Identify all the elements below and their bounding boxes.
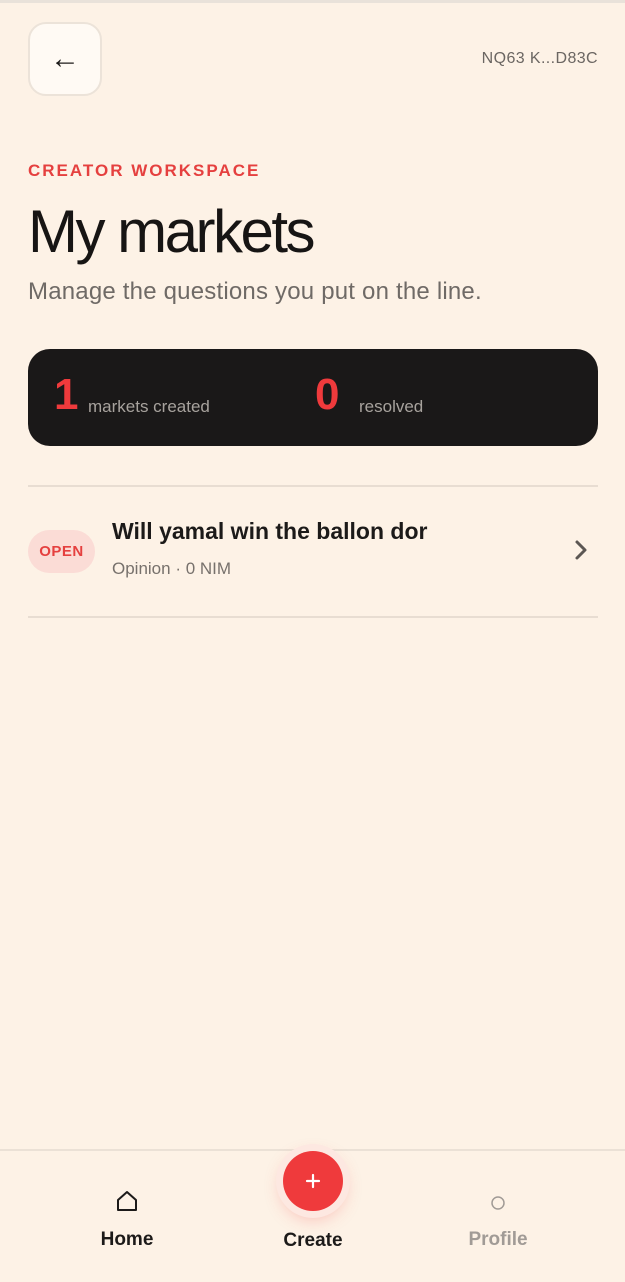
market-title: Will yamal win the ballon dor bbox=[112, 518, 428, 544]
page-subtitle: Manage the questions you put on the line… bbox=[28, 278, 482, 305]
nav-home-label: Home bbox=[100, 1229, 154, 1250]
resolved-count: 0 bbox=[315, 370, 340, 419]
page-title: My markets bbox=[28, 198, 316, 265]
plus-icon bbox=[305, 1173, 321, 1189]
section-eyebrow: CREATOR WORKSPACE bbox=[28, 161, 261, 180]
profile-icon bbox=[491, 1196, 505, 1210]
resolved-label: resolved bbox=[359, 397, 424, 416]
nav-home[interactable]: Home bbox=[47, 1151, 207, 1282]
home-icon bbox=[117, 1191, 137, 1211]
nav-create-label: Create bbox=[283, 1230, 343, 1251]
markets-created-label: markets created bbox=[88, 397, 210, 416]
chevron-right-icon bbox=[575, 540, 587, 560]
arrow-left-icon: ← bbox=[50, 42, 80, 75]
divider-bottom bbox=[28, 616, 598, 618]
create-button[interactable] bbox=[283, 1151, 343, 1211]
market-list-item[interactable]: OPEN Will yamal win the ballon dor Opini… bbox=[28, 487, 598, 616]
stats-card: 1 markets created 0 resolved bbox=[28, 349, 598, 446]
nav-profile[interactable]: Profile bbox=[418, 1151, 578, 1282]
nav-profile-label: Profile bbox=[468, 1229, 528, 1250]
market-meta: Opinion · 0 NIM bbox=[112, 559, 232, 578]
wallet-address[interactable]: NQ63 K...D83C bbox=[482, 50, 598, 68]
back-button[interactable]: ← bbox=[28, 22, 102, 96]
top-edge-line bbox=[0, 0, 625, 3]
status-badge: OPEN bbox=[28, 530, 95, 573]
markets-created-count: 1 bbox=[54, 370, 79, 419]
